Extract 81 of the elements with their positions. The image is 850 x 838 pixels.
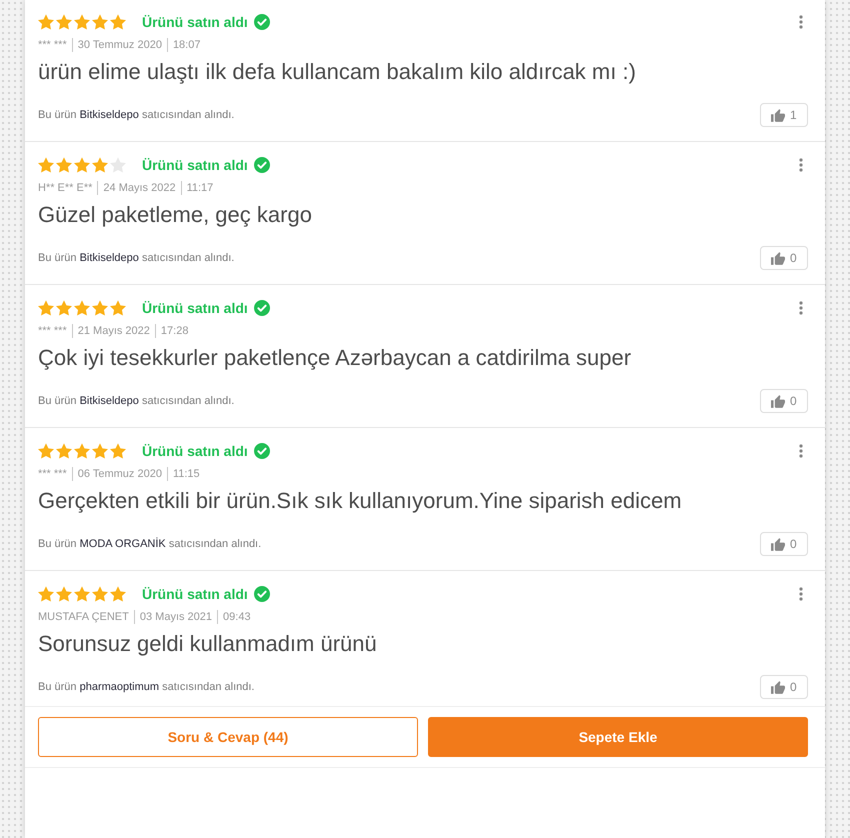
- star-icon: [38, 300, 54, 316]
- seller-link[interactable]: Bitkiseldepo: [80, 109, 139, 121]
- more-options-icon[interactable]: [799, 15, 803, 29]
- star-icon: [38, 443, 54, 459]
- seller-link[interactable]: Bitkiseldepo: [80, 252, 139, 264]
- like-button[interactable]: 0: [760, 389, 808, 413]
- seller-note: Bu ürün pharmaoptimum satıcısından alındı.: [38, 680, 254, 694]
- star-icon: [56, 157, 72, 173]
- star-icon: [56, 300, 72, 316]
- review-time: 17:28: [160, 324, 188, 338]
- seller-note: Bu ürün Bitkiseldepo satıcısından alındı.: [38, 394, 234, 408]
- review-text: Güzel paketleme, geç kargo: [38, 201, 313, 229]
- check-circle-icon: [254, 443, 270, 459]
- star-icon: [56, 443, 72, 459]
- review-time: 09:43: [223, 610, 251, 624]
- purchased-label: Ürünü satın aldı: [142, 585, 248, 603]
- author-name: *** ***: [38, 38, 67, 52]
- review-time: 11:15: [172, 467, 200, 481]
- review-time: 11:17: [186, 181, 214, 195]
- purchased-label: Ürünü satın aldı: [142, 442, 248, 460]
- star-icon: [74, 443, 90, 459]
- more-options-icon[interactable]: [799, 158, 803, 172]
- more-options-icon[interactable]: [799, 444, 803, 458]
- questions-button[interactable]: Soru & Cevap (44): [38, 717, 418, 757]
- check-circle-icon: [254, 586, 270, 602]
- check-circle-icon: [254, 300, 270, 316]
- review-time: 18:07: [172, 38, 200, 52]
- more-options-icon[interactable]: [799, 301, 803, 315]
- seller-link[interactable]: MODA ORGANİK: [80, 538, 166, 550]
- star-icon: [110, 586, 126, 602]
- purchased-label: Ürünü satın aldı: [142, 156, 248, 174]
- star-icon: [74, 586, 90, 602]
- author-name: H** E** E**: [38, 181, 92, 195]
- more-options-icon[interactable]: [799, 587, 803, 601]
- seller-note: Bu ürün Bitkiseldepo satıcısından alındı.: [38, 108, 234, 122]
- seller-link[interactable]: Bitkiseldepo: [80, 395, 139, 407]
- star-icon: [110, 443, 126, 459]
- star-icon: [56, 586, 72, 602]
- review-text: ürün elime ulaştı ilk defa kullancam bakalım kilo aldırcak mı :): [38, 58, 637, 86]
- review-text: Çok iyi tesekkurler paketlençe Azərbaycan a catdirilma super: [38, 344, 632, 372]
- star-icon: [92, 157, 108, 173]
- review-date: 24 Mayıs 2022: [103, 181, 176, 195]
- star-icon: [92, 14, 108, 30]
- seller-note: Bu ürün Bitkiseldepo satıcısından alındı.: [38, 251, 234, 265]
- thumbs-up-icon: [771, 394, 785, 408]
- thumbs-up-icon: [771, 538, 785, 550]
- review-date: 03 Mayıs 2021: [140, 610, 212, 624]
- thumbs-up-icon: [771, 252, 785, 264]
- like-button[interactable]: 0: [760, 675, 808, 699]
- author-name: *** ***: [38, 324, 67, 338]
- star-icon: [110, 300, 126, 316]
- review-date: 21 Mayıs 2022: [78, 324, 150, 338]
- check-circle-icon: [254, 14, 270, 30]
- star-icon: [74, 157, 90, 173]
- star-icon: [92, 443, 108, 459]
- seller-note: Bu ürün MODA ORGANİK satıcısından alındı.: [38, 537, 262, 551]
- star-icon: [110, 14, 126, 30]
- review-date: 06 Temmuz 2020: [78, 467, 162, 481]
- star-icon: [38, 14, 54, 30]
- like-button[interactable]: 1: [760, 103, 808, 127]
- star-icon: [74, 300, 90, 316]
- thumbs-up-icon: [771, 108, 785, 122]
- like-button[interactable]: 0: [760, 246, 808, 270]
- like-button[interactable]: 0: [760, 532, 808, 556]
- seller-link[interactable]: pharmaoptimum: [80, 681, 160, 693]
- star-icon: [38, 586, 54, 602]
- review-date: 30 Temmuz 2020: [78, 38, 162, 52]
- add-to-cart-button[interactable]: Sepete Ekle: [428, 717, 808, 757]
- review-text: Gerçekten etkili bir ürün.Sık sık kullanıyorum.Yine siparish edicem: [38, 487, 683, 515]
- star-icon: [74, 14, 90, 30]
- check-circle-icon: [254, 157, 270, 173]
- author-name: MUSTAFA ÇENET: [38, 610, 129, 624]
- review-text: Sorunsuz geldi kullanmadım ürünü: [38, 630, 378, 658]
- star-icon: [92, 300, 108, 316]
- purchased-label: Ürünü satın aldı: [142, 13, 248, 31]
- thumbs-up-icon: [771, 680, 785, 694]
- author-name: *** ***: [38, 467, 67, 481]
- star-icon: [38, 157, 54, 173]
- star-icon: [56, 14, 72, 30]
- purchased-label: Ürünü satın aldı: [142, 299, 248, 317]
- star-icon: [92, 586, 108, 602]
